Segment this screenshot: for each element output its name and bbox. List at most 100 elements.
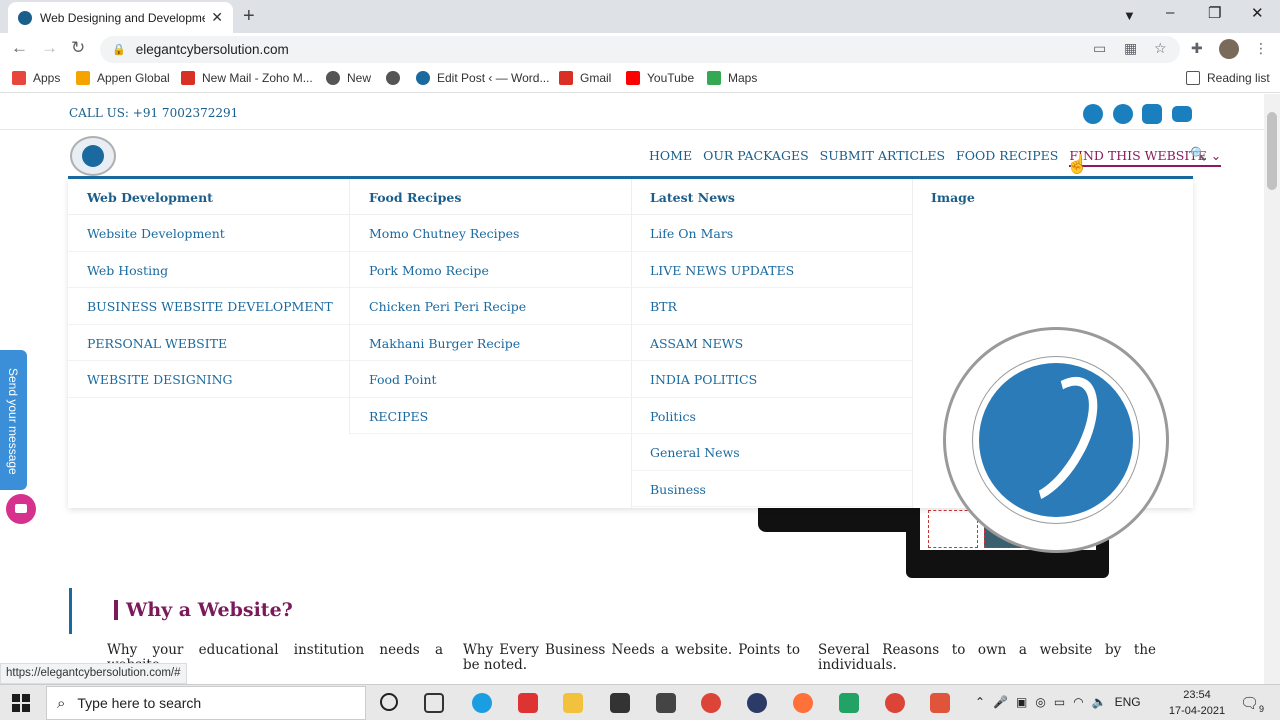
firefox-icon[interactable]	[793, 693, 813, 713]
task-view-icon[interactable]	[424, 693, 444, 713]
menu-item[interactable]: PERSONAL WEBSITE	[68, 325, 349, 361]
menu-heading[interactable]: Image	[912, 179, 1193, 215]
profile-avatar[interactable]	[1219, 39, 1239, 59]
menu-item[interactable]: ASSAM NEWS	[631, 325, 912, 361]
file-explorer-icon[interactable]	[563, 693, 583, 713]
recorder-icon[interactable]	[930, 693, 950, 713]
camtasia-icon[interactable]	[839, 693, 859, 713]
menu-item[interactable]: INDIA POLITICS	[631, 361, 912, 398]
forward-arrow-icon[interactable]: →	[41, 38, 58, 58]
send-message-tab[interactable]: Send your message	[0, 350, 27, 490]
taskbar-clock[interactable]: 23:54 17-04-2021	[1168, 687, 1226, 719]
menu-item[interactable]: Makhani Burger Recipe	[350, 325, 631, 361]
back-arrow-icon[interactable]: ←	[11, 38, 28, 58]
menu-item[interactable]: RECIPES	[350, 398, 631, 434]
cortana-icon[interactable]	[380, 693, 398, 711]
browser-tab[interactable]: Web Designing and Developmen ✕	[8, 2, 233, 33]
chrome-icon[interactable]	[701, 693, 721, 713]
menu-item[interactable]: Pork Momo Recipe	[350, 252, 631, 288]
bookmark-appen[interactable]: Appen Global	[76, 71, 170, 85]
close-tab-icon[interactable]: ✕	[211, 9, 223, 26]
eclipse-icon[interactable]	[747, 693, 767, 713]
camera-icon[interactable]: ▣	[1016, 695, 1027, 709]
menu-dots-icon[interactable]: ⋮	[1254, 40, 1268, 57]
bookmark-apps[interactable]: Apps	[12, 71, 60, 85]
minimize-button[interactable]: –	[1166, 4, 1174, 21]
bookmark-zoho[interactable]: New Mail - Zoho M...	[181, 71, 313, 85]
menu-item[interactable]: Website Development	[68, 215, 349, 252]
nav-our-packages[interactable]: OUR PACKAGES	[703, 148, 809, 167]
scroll-thumb[interactable]	[1267, 112, 1277, 190]
reading-list[interactable]: Reading list	[1186, 71, 1270, 85]
qr-icon[interactable]: ▦	[1124, 40, 1137, 57]
nav-food-recipes[interactable]: FOOD RECIPES	[956, 148, 1058, 167]
menu-column-food-recipes: Food Recipes Momo Chutney Recipes Pork M…	[350, 179, 631, 434]
instagram-icon[interactable]	[1142, 104, 1162, 124]
bookmark-star-icon[interactable]: ☆	[1154, 40, 1167, 57]
bookmark-globe[interactable]	[386, 71, 407, 85]
hand-cursor-icon: ☝	[1066, 154, 1089, 175]
menu-item[interactable]: BTR	[631, 288, 912, 325]
menu-item[interactable]: Life On Mars	[631, 215, 912, 252]
menu-item[interactable]: Chicken Peri Peri Recipe	[350, 288, 631, 325]
windows-start-icon[interactable]	[12, 694, 30, 712]
taskbar-search-box[interactable]: ⌕ Type here to search	[46, 686, 366, 720]
bookmark-gmail[interactable]: Gmail	[559, 71, 611, 85]
cast-icon[interactable]: ▭	[1093, 40, 1106, 57]
chat-bubble-icon[interactable]	[6, 494, 36, 524]
bookmark-youtube[interactable]: YouTube	[626, 71, 694, 85]
network-icon[interactable]: ◎	[1035, 695, 1045, 709]
menu-heading[interactable]: Web Development	[68, 179, 349, 215]
bookmark-edit-post[interactable]: Edit Post ‹ — Word...	[416, 71, 549, 85]
section-accent-bar	[69, 588, 72, 634]
menu-item[interactable]: Business	[631, 471, 912, 507]
menu-item[interactable]: Momo Chutney Recipes	[350, 215, 631, 252]
menu-item[interactable]: Web Hosting	[68, 252, 349, 288]
volume-icon[interactable]: 🔈	[1092, 695, 1107, 709]
microphone-icon[interactable]: 🎤	[993, 695, 1008, 709]
bookmark-maps[interactable]: Maps	[707, 71, 757, 85]
twitter-icon[interactable]	[1083, 104, 1103, 124]
edge-icon[interactable]	[472, 693, 492, 713]
menu-heading[interactable]: Food Recipes	[350, 179, 631, 215]
menu-item[interactable]: General News	[631, 434, 912, 471]
why-column-business[interactable]: Why Every Business Needs a website. Poin…	[463, 643, 800, 673]
menu-item[interactable]: LIVE NEWS UPDATES	[631, 252, 912, 288]
address-bar[interactable]: 🔒 elegantcybersolution.com	[100, 36, 1180, 63]
tray-up-arrow-icon[interactable]: ⌃	[975, 695, 985, 709]
bookmark-new[interactable]: New	[326, 71, 371, 85]
why-column-individuals[interactable]: Several Reasons to own a website by the …	[818, 643, 1156, 673]
menu-column-latest-news: Latest News Life On Mars LIVE NEWS UPDAT…	[631, 179, 912, 507]
menu-item[interactable]: Politics	[631, 398, 912, 434]
store-icon[interactable]	[610, 693, 630, 713]
menu-heading[interactable]: Latest News	[631, 179, 912, 215]
site-logo[interactable]	[70, 136, 116, 176]
page-scrollbar[interactable]	[1264, 94, 1280, 684]
chrome-active-icon[interactable]	[885, 693, 905, 713]
notification-center-icon[interactable]: 🗨9	[1240, 694, 1264, 714]
why-website-heading: Why a Website?	[114, 600, 293, 620]
close-window-button[interactable]: ✕	[1251, 4, 1264, 22]
mail-icon[interactable]	[656, 693, 676, 713]
language-indicator[interactable]: ENG	[1115, 695, 1141, 709]
nav-home[interactable]: HOME	[649, 148, 692, 167]
facebook-icon[interactable]	[1113, 104, 1133, 124]
battery-icon[interactable]: ▭	[1054, 695, 1065, 709]
system-tray: ⌃ 🎤 ▣ ◎ ▭ ◠ 🔈 ENG	[975, 695, 1141, 709]
windows-taskbar: ⌕ Type here to search ⌃ 🎤 ▣ ◎ ▭ ◠ 🔈 ENG …	[0, 684, 1280, 720]
gift-app-icon[interactable]	[518, 693, 538, 713]
reload-icon[interactable]: ↻	[71, 38, 85, 58]
new-tab-button[interactable]: +	[243, 5, 255, 28]
maximize-button[interactable]: ❐	[1208, 4, 1221, 22]
lock-icon: 🔒	[112, 44, 126, 56]
menu-item[interactable]: Food Point	[350, 361, 631, 398]
youtube-social-icon[interactable]	[1172, 106, 1192, 122]
search-icon[interactable]: 🔍	[1190, 147, 1206, 162]
menu-item[interactable]: WEBSITE DESIGNING	[68, 361, 349, 398]
elegantcybersolution-seal-logo[interactable]	[943, 327, 1169, 553]
wifi-icon[interactable]: ◠	[1073, 695, 1083, 709]
extensions-icon[interactable]: ✚	[1191, 40, 1203, 57]
nav-submit-articles[interactable]: SUBMIT ARTICLES	[820, 148, 945, 167]
menu-item[interactable]: BUSINESS WEBSITE DEVELOPMENT	[68, 288, 349, 325]
tab-search-icon[interactable]: ▼	[1123, 8, 1136, 23]
